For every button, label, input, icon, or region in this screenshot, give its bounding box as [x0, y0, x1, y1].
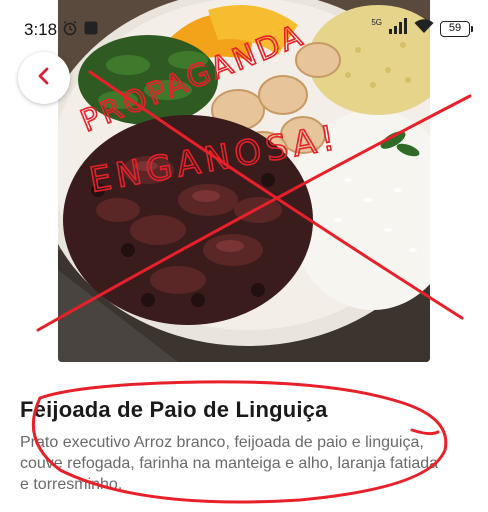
- status-time: 3:18: [24, 20, 58, 39]
- dish-description: Prato executivo Arroz branco, feijoada d…: [20, 434, 439, 493]
- battery-icon: 59: [440, 20, 473, 37]
- dish-info: Feijoada de Paio de Linguiça Prato execu…: [20, 396, 470, 495]
- chevron-left-icon: [36, 66, 52, 91]
- back-button[interactable]: [18, 52, 70, 104]
- dish-image: [58, 0, 430, 362]
- dish-title: Feijoada de Paio de Linguiça: [20, 397, 328, 422]
